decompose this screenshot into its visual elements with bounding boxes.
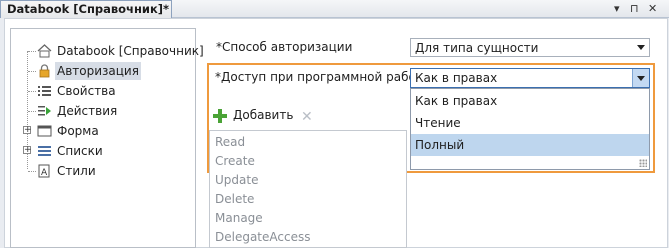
resize-grip-icon[interactable] <box>639 159 647 167</box>
rights-list[interactable]: Read Create Update Delete Manage Delegat… <box>209 130 407 248</box>
access-value: Как в правах <box>415 71 498 85</box>
access-label: *Доступ при программной работе <box>215 70 431 84</box>
access-dropdown-list: Как в правах Чтение Полный <box>410 88 650 170</box>
auth-method-value: Для типа сущности <box>415 41 539 55</box>
list-item[interactable]: Update <box>215 173 258 187</box>
access-option[interactable]: Чтение <box>411 112 649 134</box>
list-item[interactable]: Manage <box>215 211 263 225</box>
tree-item-label: Авторизация <box>55 62 141 80</box>
pin-icon[interactable]: ⊓ <box>630 2 639 15</box>
auth-method-label: *Способ авторизации <box>216 40 353 54</box>
menu-dropdown-icon[interactable]: ▾ <box>614 2 620 15</box>
list-icon <box>38 86 51 96</box>
tree-item-label: Свойства <box>57 84 116 98</box>
access-option-selected[interactable]: Полный <box>411 134 649 156</box>
tree-item-label: Действия <box>57 104 118 118</box>
form-icon <box>37 125 52 137</box>
expand-icon[interactable]: + <box>23 146 32 155</box>
list-item[interactable]: Delete <box>215 192 254 206</box>
house-icon <box>37 44 52 58</box>
tree-connector <box>28 111 36 112</box>
auth-method-select[interactable]: Для типа сущности <box>410 38 650 57</box>
tree-connector <box>28 71 36 72</box>
tree-item-label: Databook [Справочник] <box>57 44 204 58</box>
close-icon[interactable]: ✕ <box>648 2 657 15</box>
tree-connector <box>28 171 36 172</box>
list-item[interactable]: DelegateAccess <box>215 230 310 244</box>
style-icon: A <box>38 164 50 178</box>
play-list-icon <box>38 106 51 116</box>
list-item[interactable]: Create <box>215 154 255 168</box>
document-tab-title: Databook [Справочник]* <box>7 2 170 16</box>
svg-text:A: A <box>41 168 48 178</box>
lists-icon <box>38 146 51 156</box>
plus-icon <box>213 109 227 123</box>
access-option[interactable]: Как в правах <box>411 90 649 112</box>
expand-icon[interactable]: + <box>23 126 32 135</box>
tree-connector <box>28 91 36 92</box>
settings-tree[interactable]: Databook [Справочник] Авторизация Свойст… <box>10 28 204 248</box>
document-tab[interactable]: Databook [Справочник]* <box>0 0 172 18</box>
chevron-down-icon <box>637 76 645 81</box>
list-item[interactable]: Read <box>215 135 245 149</box>
tree-item-label: Списки <box>57 144 103 158</box>
tab-strip-background: ▾ ⊓ ✕ <box>172 0 669 18</box>
tree-item-label: Форма <box>57 124 99 138</box>
access-select[interactable]: Как в правах <box>410 68 650 88</box>
document-tab-strip: Databook [Справочник]* ▾ ⊓ ✕ <box>0 0 669 18</box>
chevron-down-icon <box>637 45 645 50</box>
lock-icon <box>39 64 50 78</box>
tree-connector <box>28 51 36 52</box>
tree-item-label: Стили <box>57 164 96 178</box>
add-button-label: Добавить <box>233 108 294 122</box>
access-dropdown-button[interactable] <box>632 69 649 87</box>
delete-icon[interactable]: ✕ <box>301 109 313 125</box>
